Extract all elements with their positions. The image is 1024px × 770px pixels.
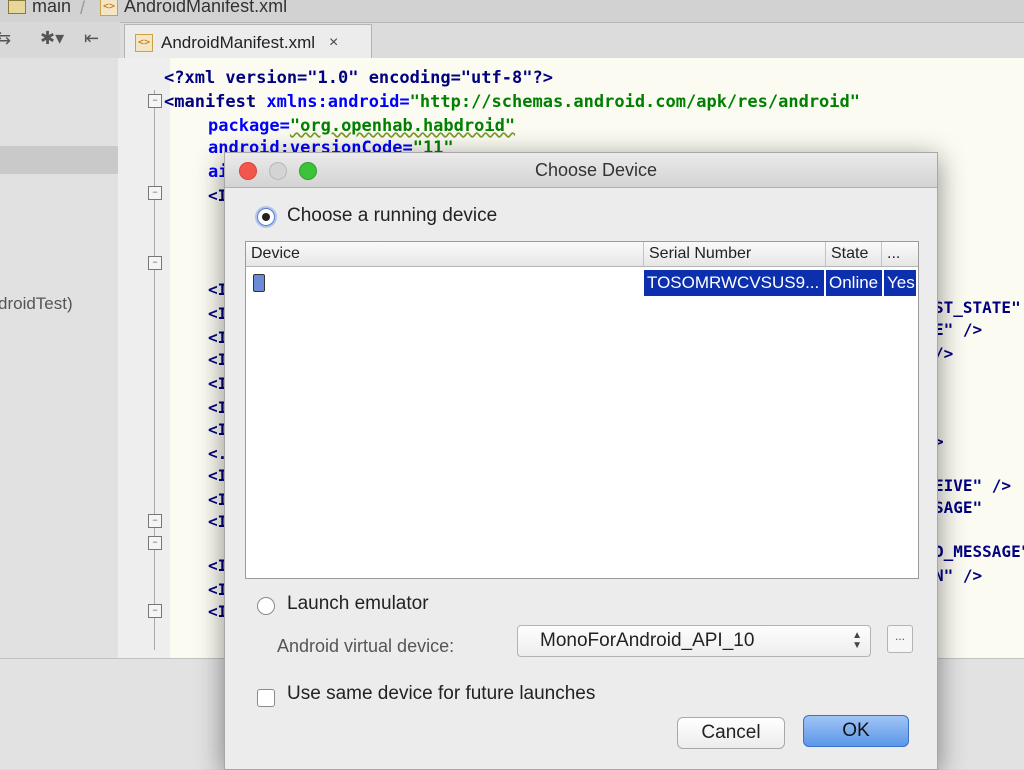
breadcrumb-bar: main / <> AndroidManifest.xml — [0, 0, 1024, 23]
sync-icon[interactable]: ⇆ — [0, 28, 11, 49]
same-device-label[interactable]: Use same device for future launches — [287, 683, 595, 705]
tab-android-manifest[interactable]: <> AndroidManifest.xml × — [124, 24, 372, 60]
column-state[interactable]: State — [826, 242, 882, 266]
browse-avd-button[interactable]: ... — [887, 625, 913, 653]
folder-icon — [8, 0, 26, 14]
column-device[interactable]: Device — [246, 242, 644, 266]
collapse-icon[interactable]: ⇤ — [84, 28, 99, 49]
device-table-header: Device Serial Number State ... — [246, 242, 918, 267]
running-device-label[interactable]: Choose a running device — [287, 205, 497, 227]
breadcrumb-main[interactable]: main — [8, 0, 71, 17]
phone-icon — [253, 274, 265, 292]
same-device-checkbox[interactable] — [257, 689, 275, 707]
fold-toggle-icon[interactable]: − — [148, 94, 162, 108]
xml-file-icon: <> — [100, 0, 118, 16]
project-panel: droidTest) — [0, 58, 119, 658]
close-icon[interactable]: × — [329, 34, 338, 52]
ok-button[interactable]: OK — [803, 715, 909, 747]
dialog-titlebar[interactable]: Choose Device — [225, 153, 937, 188]
device-name: LENOVO Lenovo S858t Android 4.4.2 (AP — [278, 273, 597, 292]
choose-device-dialog: Choose Device Choose a running device De… — [224, 152, 938, 770]
xml-file-icon: <> — [135, 33, 153, 52]
breadcrumb-main-label: main — [32, 0, 72, 16]
code-fragment: E" /> — [934, 320, 983, 339]
device-cell: LENOVO Lenovo S858t Android 4.4.2 (AP — [248, 270, 644, 296]
device-table[interactable]: Device Serial Number State ... LENOVO Le… — [245, 241, 919, 579]
code-line-xml-decl: <?xml version="1.0" encoding="utf-8"?> — [164, 68, 553, 88]
fold-toggle-icon[interactable]: − — [148, 256, 162, 270]
fold-toggle-icon[interactable]: − — [148, 536, 162, 550]
device-row-selected[interactable]: LENOVO Lenovo S858t Android 4.4.2 (AP TO… — [248, 270, 916, 296]
dialog-title: Choose Device — [534, 160, 658, 180]
fold-guide — [154, 90, 155, 650]
code-fragment: N" /> — [934, 566, 983, 585]
tab-label: AndroidManifest.xml — [161, 32, 316, 52]
code-fragment: D_MESSAGE" — [934, 542, 1024, 561]
extra-cell: Yes — [884, 270, 916, 296]
code-line-manifest: <manifest xmlns:android="http://schemas.… — [164, 92, 860, 112]
code-fragment: EIVE" /> — [934, 476, 1012, 495]
code-line-package: package="org.openhab.habdroid" — [208, 116, 516, 136]
breadcrumb-file[interactable]: <> AndroidManifest.xml — [100, 0, 287, 17]
launch-emulator-radio[interactable] — [257, 597, 275, 615]
fold-toggle-icon[interactable]: − — [148, 186, 162, 200]
editor-gutter — [118, 58, 170, 658]
breadcrumb-separator: / — [80, 0, 86, 18]
settings-icon[interactable]: ✱▾ — [40, 28, 64, 49]
column-serial-number[interactable]: Serial Number — [644, 242, 826, 266]
project-selected-row[interactable] — [0, 146, 118, 174]
state-cell: Online — [826, 270, 882, 296]
fold-toggle-icon[interactable]: − — [148, 514, 162, 528]
breadcrumb-file-label: AndroidManifest.xml — [124, 0, 288, 16]
code-fragment: SAGE" — [934, 498, 983, 517]
fold-toggle-icon[interactable]: − — [148, 604, 162, 618]
project-toolbar: ⇆ ✱▾ ⇤ — [0, 22, 120, 59]
avd-select-value: MonoForAndroid_API_10 — [540, 630, 755, 651]
updown-arrows-icon: ▲ ▼ — [852, 630, 862, 651]
code-fragment: ST_STATE" — [934, 298, 1021, 317]
avd-select[interactable]: MonoForAndroid_API_10 ▲ ▼ — [517, 625, 871, 657]
cancel-button[interactable]: Cancel — [677, 717, 785, 749]
launch-emulator-label[interactable]: Launch emulator — [287, 593, 429, 615]
serial-cell: TOSOMRWCVSUS9... — [644, 270, 824, 296]
avd-label: Android virtual device: — [277, 636, 455, 656]
project-tree-item[interactable]: droidTest) — [0, 294, 73, 314]
column-more[interactable]: ... — [882, 242, 916, 266]
running-device-radio[interactable] — [257, 208, 275, 226]
